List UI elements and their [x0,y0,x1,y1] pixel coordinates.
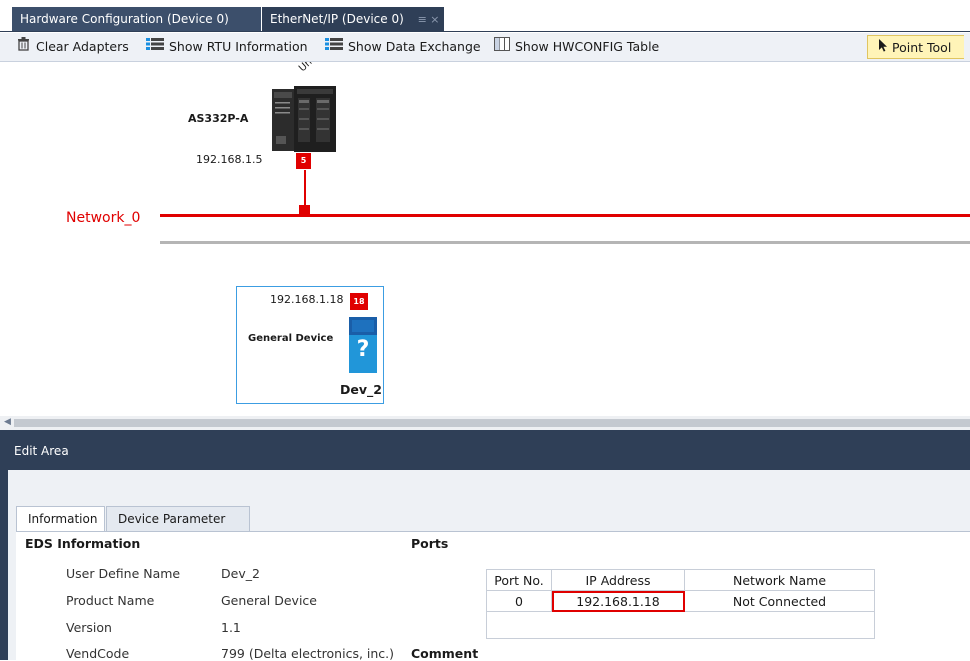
col-port-no[interactable]: Port No. [486,569,552,591]
document-tab-strip: Hardware Configuration (Device 0) EtherN… [0,0,970,32]
list-icon [325,37,343,57]
network-canvas[interactable]: Untit AS332P-A 192.168.1.5 5 Network_0 1… [0,62,970,416]
information-panel: EDS Information Ports User Define Name D… [16,531,970,661]
eds-information-heading: EDS Information [25,536,141,551]
trash-icon [16,36,31,57]
field-label-version: Version [66,620,112,635]
device-ip-address: 192.168.1.18 [270,293,344,306]
field-label-vendcode: VendCode [66,646,130,661]
device-port-badge[interactable]: 18 [350,293,368,310]
field-value-product-name: General Device [221,593,317,608]
show-hwconfig-label: Show HWCONFIG Table [515,39,660,54]
edit-area-panel: Edit Area Information Device Parameter E… [0,430,970,661]
edit-area-content: Information Device Parameter EDS Informa… [8,470,970,661]
cell-ip-address[interactable]: 192.168.1.18 [551,590,685,612]
tab-device-parameter[interactable]: Device Parameter [106,506,250,532]
show-rtu-button[interactable]: Show RTU Information [146,37,308,57]
table-icon [494,36,510,57]
pointer-icon [878,36,888,60]
toolbar-overflow [964,33,970,61]
tab-pin-close-icons[interactable]: ≡ × [418,13,440,26]
device-type: General Device [248,333,334,344]
field-label-product-name: Product Name [66,593,155,608]
scroll-left-icon[interactable]: ◀ [4,417,11,427]
tab-hardware-label: Hardware Configuration (Device 0) [20,12,229,26]
plc-model: AS332P-A [188,112,249,125]
list-icon [146,37,164,57]
show-rtu-label: Show RTU Information [169,39,308,54]
empty-cell [486,611,875,639]
device-icon-glyph: ? [356,337,370,362]
cell-network-name[interactable]: Not Connected [684,590,875,612]
show-data-exchange-button[interactable]: Show Data Exchange [325,37,481,57]
plc-port-badge[interactable]: 5 [296,153,311,169]
tab-hardware-configuration[interactable]: Hardware Configuration (Device 0) [12,7,261,31]
table-row[interactable]: 0 192.168.1.18 Not Connected [486,590,875,612]
field-value-version: 1.1 [221,620,241,635]
comment-heading: Comment [411,646,479,661]
field-value-vendcode: 799 (Delta electronics, inc.) [221,646,395,661]
device-card[interactable]: 192.168.1.18 18 General Device ? Dev_2 [236,286,384,404]
tab-information[interactable]: Information [16,506,105,532]
show-hwconfig-button[interactable]: Show HWCONFIG Table [494,36,660,57]
field-value-user-define-name: Dev_2 [221,566,260,581]
canvas-horizontal-scrollbar[interactable]: ◀ [0,416,970,430]
cell-port-no[interactable]: 0 [486,590,552,612]
plc-hardware-icon [272,86,336,152]
show-data-exchange-label: Show Data Exchange [348,39,481,54]
field-label-user-define-name: User Define Name [66,566,181,581]
device-name: Dev_2 [340,382,382,397]
point-tool-label: Point Tool [892,40,952,55]
plc-title-label: Untit [297,62,322,74]
ports-table: Port No. IP Address Network Name 0 192.1… [486,569,875,639]
ports-table-header: Port No. IP Address Network Name [486,569,875,591]
secondary-bus-line [160,241,970,244]
table-row-empty [486,611,875,639]
plc-device[interactable] [272,86,336,152]
tab-ethernet-label: EtherNet/IP (Device 0) [270,12,404,26]
plc-ip-address: 192.168.1.5 [196,153,263,166]
tab-divider [0,31,970,32]
point-tool-button[interactable]: Point Tool [867,35,965,59]
network-name[interactable]: Network_0 [66,210,140,226]
generic-device-icon: ? [349,317,377,373]
scrollbar-thumb[interactable] [14,419,970,427]
clear-adapters-label: Clear Adapters [36,39,129,54]
tab-ethernet-ip[interactable]: EtherNet/IP (Device 0) ≡ × [262,7,444,31]
edit-area-title: Edit Area [14,444,69,458]
ports-heading: Ports [411,536,449,551]
clear-adapters-button[interactable]: Clear Adapters [16,37,129,57]
col-network-name[interactable]: Network Name [684,569,875,591]
toolbar: Clear Adapters Show RTU Information Show… [0,33,970,62]
network-bus-line[interactable] [160,214,970,217]
col-ip-address[interactable]: IP Address [551,569,685,591]
